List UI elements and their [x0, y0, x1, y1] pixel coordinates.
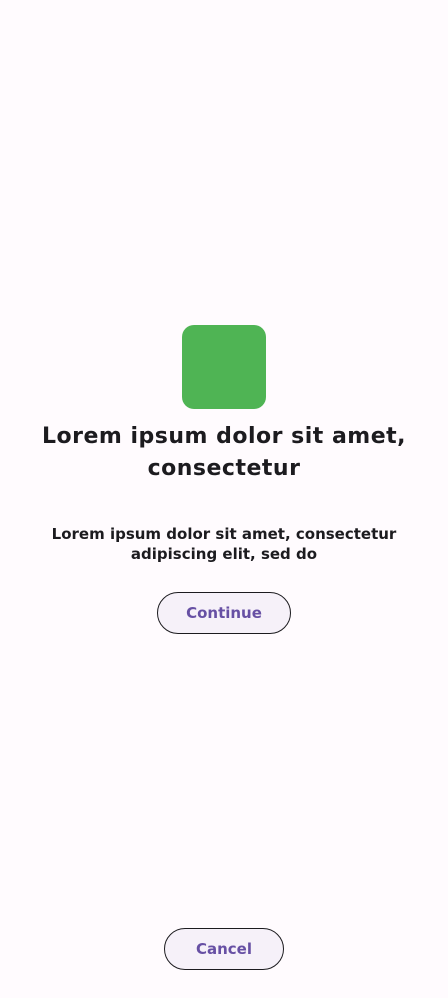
cancel-button[interactable]: Cancel: [164, 928, 284, 970]
app-icon: [182, 325, 266, 409]
page-title: Lorem ipsum dolor sit amet, consectetur: [41, 424, 407, 481]
page-description: Lorem ipsum dolor sit amet, consectetur …: [51, 525, 397, 563]
onboarding-screen: Lorem ipsum dolor sit amet, consectetur …: [0, 0, 448, 998]
continue-button[interactable]: Continue: [157, 592, 291, 634]
